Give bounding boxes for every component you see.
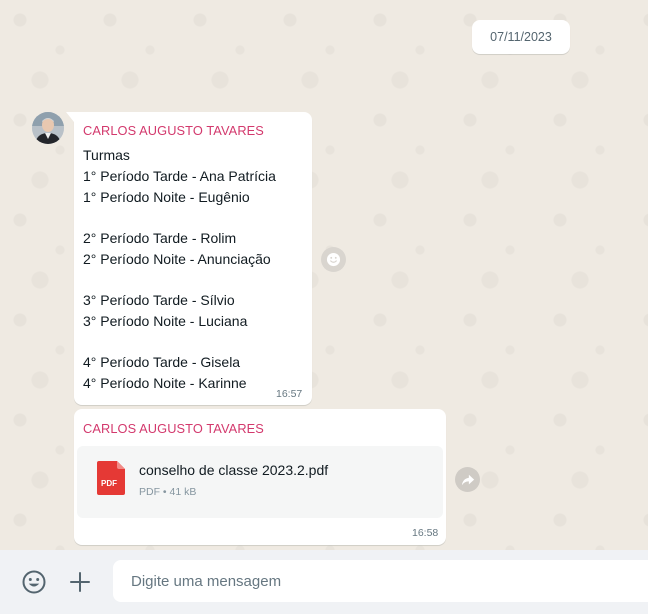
message-text-line: 1° Período Tarde - Ana Patrícia — [83, 168, 276, 184]
message-composer: Digite uma mensagem — [0, 550, 648, 614]
date-chip: 07/11/2023 — [472, 20, 570, 54]
message-text-line: 2° Período Noite - Anunciação — [83, 251, 271, 267]
message-text-line: 3° Período Tarde - Sílvio — [83, 292, 235, 308]
message-text-line: 4° Período Tarde - Gisela — [83, 354, 241, 370]
message-text-line: 1° Período Noite - Eugênio — [83, 189, 250, 205]
forward-button[interactable] — [455, 467, 480, 492]
message-bubble-1[interactable]: CARLOS AUGUSTO TAVARES Turmas 1° Período… — [66, 112, 312, 405]
message-text-line: 2° Período Tarde - Rolim — [83, 230, 237, 246]
emoji-icon[interactable] — [21, 569, 47, 595]
message-time: 16:58 — [412, 527, 439, 539]
chat-area: 07/11/2023 CARLOS AUGUSTO TAVARES Turmas… — [0, 0, 648, 550]
message-sender[interactable]: CARLOS AUGUSTO TAVARES — [83, 123, 264, 138]
document-file-name[interactable]: conselho de classe 2023.2.pdf — [139, 462, 328, 478]
smiley-icon — [326, 252, 341, 267]
message-text-line: 3° Período Noite - Luciana — [83, 313, 248, 329]
message-bubble-2[interactable]: CARLOS AUGUSTO TAVARES PDF conselho de c… — [74, 409, 446, 545]
message-text-line: Turmas — [83, 147, 130, 163]
message-input[interactable]: Digite uma mensagem — [113, 560, 648, 602]
message-time: 16:57 — [276, 388, 303, 400]
avatar-photo — [32, 112, 64, 144]
svg-text:PDF: PDF — [101, 479, 117, 488]
forward-icon — [461, 474, 474, 485]
emoji-reaction-button[interactable] — [321, 247, 346, 272]
message-sender[interactable]: CARLOS AUGUSTO TAVARES — [83, 421, 264, 436]
document-attachment[interactable]: PDF conselho de classe 2023.2.pdf PDF • … — [77, 446, 443, 518]
sender-avatar[interactable] — [32, 112, 64, 144]
pdf-file-icon: PDF — [97, 461, 125, 495]
message-text-line: 4° Período Noite - Karinne — [83, 375, 247, 391]
plus-icon[interactable] — [67, 569, 93, 595]
document-meta: PDF • 41 kB — [139, 486, 197, 498]
